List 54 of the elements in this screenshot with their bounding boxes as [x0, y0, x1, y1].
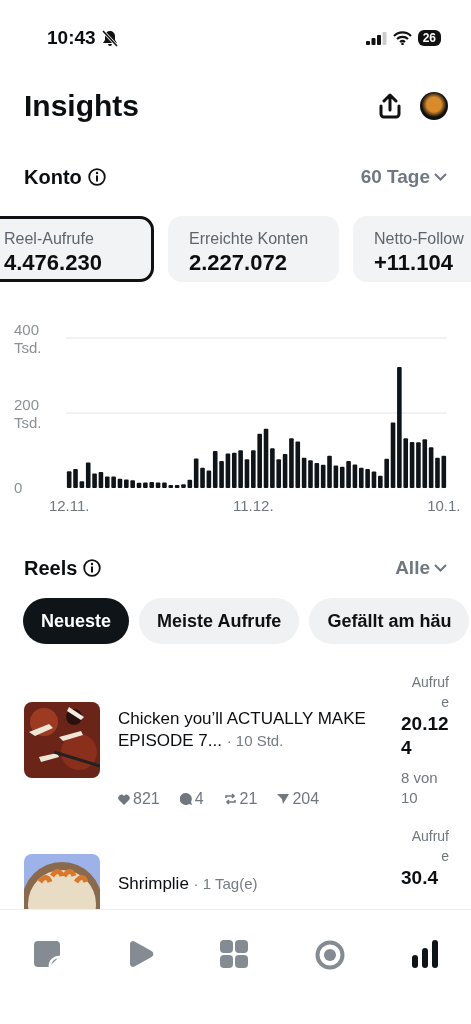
send-icon	[277, 793, 290, 805]
chevron-down-icon	[434, 564, 447, 572]
stat-count: 4	[194, 790, 204, 808]
metric-value: 2.227.072	[189, 250, 288, 276]
stat-count: 204	[292, 790, 320, 808]
heart-icon	[118, 793, 130, 805]
views-label: Aufrufe	[410, 827, 449, 866]
signal-icon	[365, 31, 387, 45]
reel-title[interactable]: Shrimplie · 1 Tag(e)	[118, 873, 375, 895]
metric-label: Netto-Follow	[374, 230, 465, 248]
wifi-icon	[392, 31, 412, 45]
grid-icon	[220, 940, 249, 968]
target-icon	[315, 940, 346, 970]
metric-label: Erreichte Konten	[189, 230, 310, 248]
comment-icon	[179, 793, 192, 805]
info-icon[interactable]	[83, 559, 102, 577]
post-icon	[33, 940, 62, 968]
page-title: Insights	[24, 89, 139, 123]
period-dropdown[interactable]: 60 Tage	[360, 166, 447, 188]
x-axis-label: 12.11.	[48, 497, 90, 514]
filter-dropdown[interactable]: Alle	[395, 557, 447, 579]
views-count: 30.4	[401, 866, 439, 890]
battery-level: 26	[417, 30, 441, 46]
y-axis-label: 0	[14, 479, 23, 496]
y-axis-label: 200 Tsd.	[14, 396, 42, 431]
reel-title[interactable]: Chicken you’ll ACTUALLY MAKE EPISODE 7... · 10 Std.	[118, 708, 375, 752]
rank-text: 8 von 10	[401, 768, 439, 808]
stat-count: 21	[239, 790, 258, 808]
x-axis-label: 10.1.	[427, 497, 461, 514]
y-axis-label: 400 Tsd.	[14, 321, 42, 356]
section-title: Reels	[24, 556, 78, 580]
bar-chart-icon	[411, 940, 438, 968]
sort-chip[interactable]: Gefällt am häu	[309, 598, 470, 644]
metric-card[interactable]: Netto-Follow +11.104	[353, 216, 471, 282]
share-button[interactable]	[378, 93, 402, 119]
metric-card[interactable]: Reel-Aufrufe 4.476.230	[0, 216, 154, 282]
section-title: Konto	[24, 165, 82, 189]
stat-count: 821	[133, 790, 160, 808]
tab-button[interactable]	[411, 940, 438, 968]
sort-chip[interactable]: Neueste	[23, 598, 130, 644]
play-icon	[127, 940, 154, 968]
views-count: 20.124	[401, 712, 449, 760]
status-time: 10:43	[47, 27, 96, 49]
views-label: Aufrufe	[410, 673, 449, 712]
metric-label: Reel-Aufrufe	[4, 230, 95, 248]
metric-card[interactable]: Erreichte Konten 2.227.072	[168, 216, 339, 282]
sort-chip[interactable]: Meiste Aufrufe	[139, 598, 300, 644]
metric-value: 4.476.230	[4, 250, 103, 276]
info-icon[interactable]	[87, 168, 106, 186]
metric-value: +11.104	[374, 250, 454, 276]
profile-avatar[interactable]	[420, 92, 448, 120]
repost-icon	[223, 793, 237, 805]
chevron-down-icon	[434, 173, 447, 181]
x-axis-label: 11.12.	[233, 497, 274, 514]
